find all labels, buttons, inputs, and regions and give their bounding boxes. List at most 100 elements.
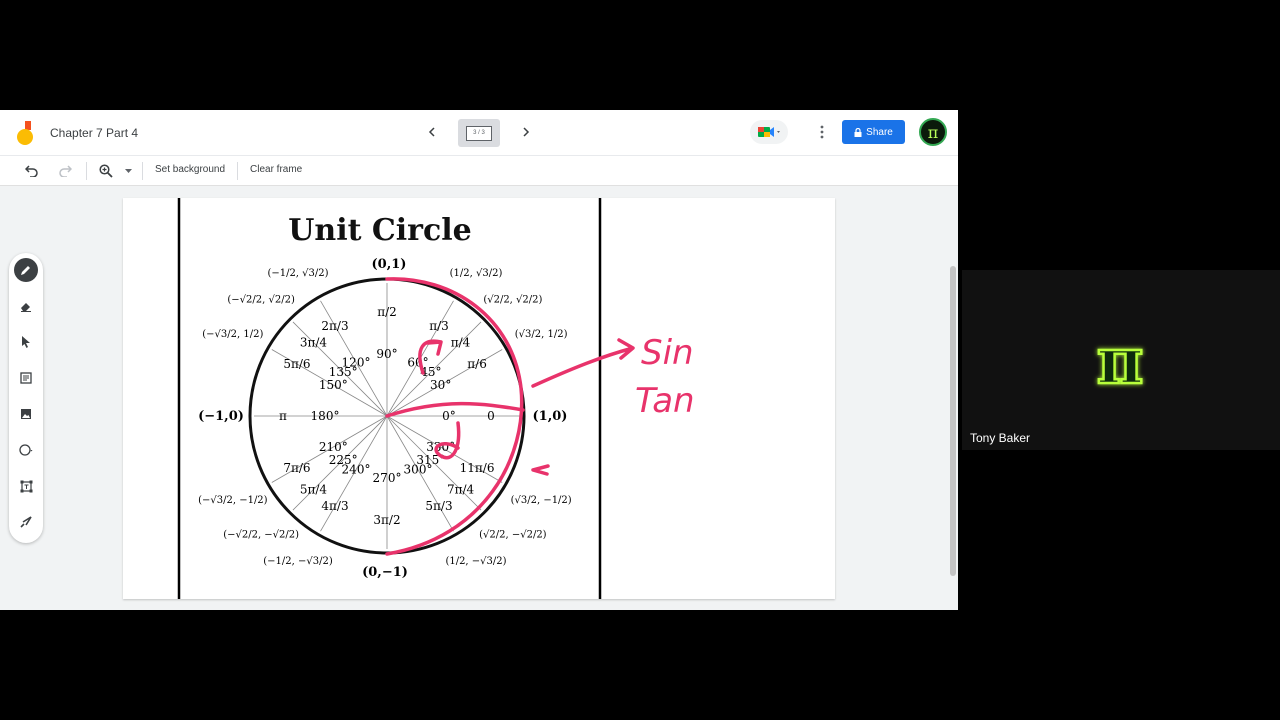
radian-label: 7π/4 xyxy=(447,483,475,497)
coordinate-label: (−√3/2, 1/2) xyxy=(202,329,263,340)
radian-label: 5π/3 xyxy=(425,499,452,513)
coordinate-label: (−√2/2, −√2/2) xyxy=(223,529,299,540)
radian-label: π/6 xyxy=(467,357,487,371)
tool-rail xyxy=(9,253,43,543)
chevron-left-icon xyxy=(428,127,435,137)
laser-tool[interactable] xyxy=(14,510,38,534)
canvas-scrollbar[interactable] xyxy=(950,266,956,576)
pi-logo-symbol: π xyxy=(1097,325,1144,395)
next-frame-button[interactable] xyxy=(518,124,534,140)
coordinate-label: (−1/2, −√3/2) xyxy=(263,556,333,567)
meet-icon xyxy=(758,127,780,137)
unit-circle-image: Unit Circle 0°30°45°60°90°120°135°150°18… xyxy=(177,198,602,599)
radian-label: π/4 xyxy=(451,335,471,349)
degree-label: 315° xyxy=(416,453,445,467)
degree-label: 90° xyxy=(376,347,397,361)
radian-label: 4π/3 xyxy=(321,499,348,513)
image-icon xyxy=(21,409,31,419)
meet-button[interactable] xyxy=(750,120,788,144)
degree-label: 180° xyxy=(311,409,340,423)
coordinate-label: (√3/2, 1/2) xyxy=(515,329,568,340)
jamboard-window: Chapter 7 Part 4 3 / 3 Share π Set backg… xyxy=(0,110,958,610)
undo-icon xyxy=(25,165,38,177)
coordinate-label: (1/2, √3/2) xyxy=(450,268,503,279)
zoom-button[interactable] xyxy=(98,163,114,179)
degree-label: 30° xyxy=(430,378,451,392)
frame-indicator: 3 / 3 xyxy=(466,125,492,141)
image-tool[interactable] xyxy=(14,402,38,426)
screen: Chapter 7 Part 4 3 / 3 Share π Set backg… xyxy=(0,0,1280,720)
radian-label: 5π/6 xyxy=(283,357,310,371)
point-bottom: (0,−1) xyxy=(362,565,408,580)
coordinate-label: (−√3/2, −1/2) xyxy=(198,495,268,506)
coordinate-label: (√2/2, −√2/2) xyxy=(479,529,547,540)
cursor-arrow-icon xyxy=(22,336,30,348)
radian-label: π/2 xyxy=(377,305,397,319)
text-box-icon xyxy=(20,480,32,492)
radian-label: π/3 xyxy=(429,319,449,333)
coordinate-label: (−1/2, √3/2) xyxy=(267,268,328,279)
toolbar-divider xyxy=(237,162,238,180)
clear-frame-button[interactable]: Clear frame xyxy=(250,164,302,175)
radian-label: 11π/6 xyxy=(460,461,495,475)
pen-icon xyxy=(21,266,30,275)
zoom-in-icon xyxy=(99,164,113,178)
pen-tool[interactable] xyxy=(14,258,38,282)
sticky-note-tool[interactable] xyxy=(14,366,38,390)
radian-label: 5π/4 xyxy=(300,483,328,497)
eraser-tool[interactable] xyxy=(14,294,38,318)
radian-label: 2π/3 xyxy=(321,319,348,333)
text-box-tool[interactable] xyxy=(14,474,38,498)
account-avatar[interactable]: π xyxy=(919,118,947,146)
radian-label: 3π/4 xyxy=(300,335,328,349)
degree-label: 60° xyxy=(407,355,428,369)
frame-bar-button[interactable]: 3 / 3 xyxy=(458,119,500,147)
previous-frame-button[interactable] xyxy=(424,124,440,140)
toolbar-divider xyxy=(86,162,87,180)
jamboard-logo-icon xyxy=(17,121,33,145)
caret-down-icon xyxy=(124,169,132,173)
sticky-note-icon xyxy=(20,372,32,384)
laser-icon xyxy=(20,516,32,528)
coordinate-label: (√3/2, −1/2) xyxy=(511,495,572,506)
share-label: Share xyxy=(866,126,893,138)
pi-logo-icon: π xyxy=(1095,325,1144,395)
select-tool[interactable] xyxy=(14,330,38,354)
share-button[interactable]: Share xyxy=(842,120,905,144)
point-right: (1,0) xyxy=(533,409,568,424)
radian-label: 3π/2 xyxy=(373,513,400,527)
top-bar: Chapter 7 Part 4 3 / 3 Share π xyxy=(0,110,958,156)
more-vert-icon xyxy=(820,125,824,139)
circle-tool[interactable] xyxy=(14,438,38,462)
radian-label: 0 xyxy=(487,409,495,423)
degree-label: 270° xyxy=(373,471,402,485)
redo-button[interactable] xyxy=(57,163,73,179)
eraser-icon xyxy=(21,303,31,312)
document-title[interactable]: Chapter 7 Part 4 xyxy=(50,126,138,140)
redo-icon xyxy=(59,165,72,177)
chevron-right-icon xyxy=(523,127,530,137)
coordinate-label: (√2/2, √2/2) xyxy=(483,295,542,306)
canvas-area: Unit Circle 0° 30° 45° 60° 90° 120° 135° 150° 18… xyxy=(0,186,958,610)
circle-icon xyxy=(19,444,33,456)
lock-icon xyxy=(854,127,862,137)
edit-toolbar: Set background Clear frame xyxy=(0,156,958,186)
point-left: (−1,0) xyxy=(198,409,244,424)
degree-label: 150° xyxy=(319,378,348,392)
unit-circle-title: Unit Circle xyxy=(288,213,472,248)
coordinate-label: (−√2/2, √2/2) xyxy=(227,295,295,306)
degree-label: 330° xyxy=(426,440,455,454)
undo-button[interactable] xyxy=(24,163,40,179)
participant-name: Tony Baker xyxy=(970,431,1031,445)
set-background-button[interactable]: Set background xyxy=(155,164,225,175)
toolbar-divider xyxy=(142,162,143,180)
coordinate-label: (1/2, −√3/2) xyxy=(445,556,506,567)
zoom-dropdown[interactable] xyxy=(120,163,136,179)
more-options-button[interactable] xyxy=(814,123,830,141)
radian-label: 7π/6 xyxy=(283,461,310,475)
jam-frame[interactable]: Unit Circle 0° 30° 45° 60° 90° 120° 135° 150° 18… xyxy=(123,198,835,599)
point-top: (0,1) xyxy=(372,257,407,272)
degree-label: 0° xyxy=(442,409,456,423)
radian-label: π xyxy=(279,409,287,423)
degree-label: 240° xyxy=(342,463,371,477)
